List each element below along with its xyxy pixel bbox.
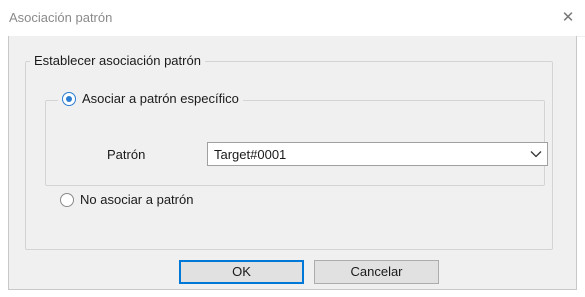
association-group-legend: Establecer asociación patrón <box>30 53 205 68</box>
cancel-button[interactable]: Cancelar <box>314 260 439 284</box>
pattern-label: Patrón <box>107 147 146 162</box>
ok-button[interactable]: OK <box>179 260 304 284</box>
chevron-down-icon[interactable] <box>529 147 543 161</box>
radio-no-pattern-indicator[interactable] <box>60 192 74 207</box>
close-icon[interactable]: ✕ <box>558 7 578 27</box>
pattern-select[interactable]: Target#0001 <box>207 142 548 166</box>
pattern-association-dialog: Asociación patrón ✕ Establecer asociació… <box>0 0 585 297</box>
radio-no-pattern[interactable]: No asociar a patrón <box>56 192 198 207</box>
radio-specific-pattern[interactable]: Asociar a patrón específico <box>58 91 243 106</box>
dialog-title: Asociación patrón <box>9 10 113 25</box>
radio-no-pattern-label: No asociar a patrón <box>80 192 194 207</box>
pattern-select-value: Target#0001 <box>214 147 287 162</box>
radio-specific-pattern-indicator[interactable] <box>62 91 76 106</box>
left-margin <box>0 36 8 297</box>
radio-specific-pattern-label: Asociar a patrón específico <box>82 91 239 106</box>
title-bar: Asociación patrón ✕ <box>0 0 585 37</box>
